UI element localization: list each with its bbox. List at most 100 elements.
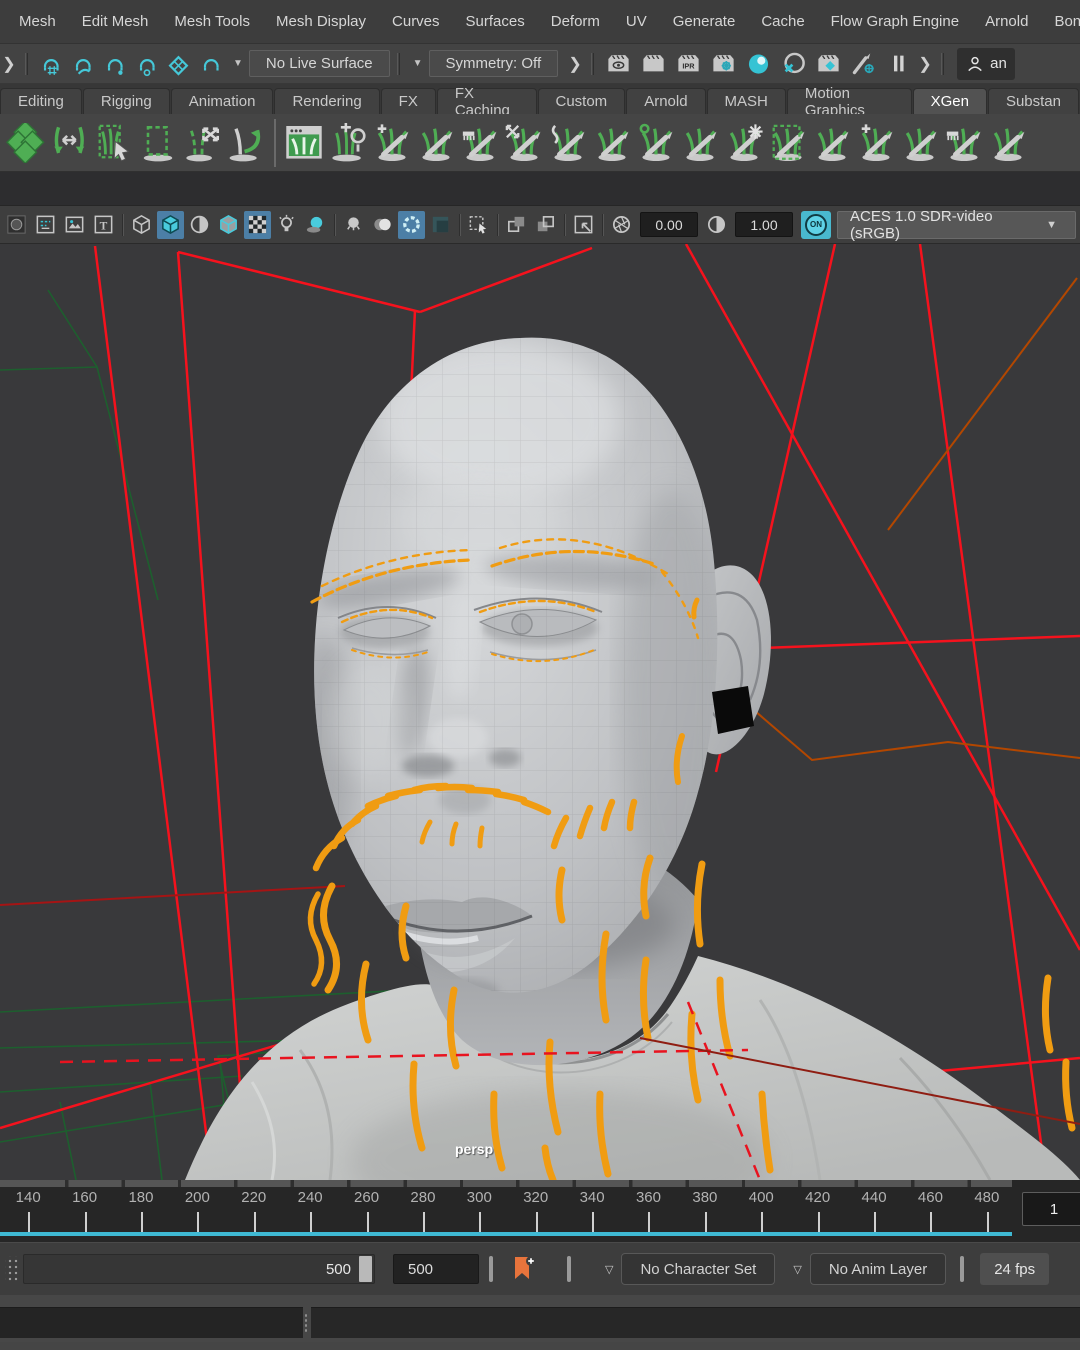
menu-item[interactable]: UV xyxy=(613,13,660,30)
shelf-tool-icon[interactable] xyxy=(986,119,1030,167)
fps-button[interactable]: 24 fps xyxy=(980,1253,1049,1285)
drag-grip[interactable] xyxy=(5,1256,19,1282)
viewport-display-icon[interactable] xyxy=(465,211,492,239)
shelf-tool-icon[interactable] xyxy=(590,119,634,167)
viewport-display-icon[interactable] xyxy=(340,211,367,239)
symmetry-caret-icon[interactable]: ▼ xyxy=(407,58,429,69)
shelf-tool-icon[interactable] xyxy=(722,119,766,167)
shelf-tab[interactable]: MASH xyxy=(707,88,786,114)
end-time-field[interactable]: 500 xyxy=(393,1254,479,1284)
menu-item[interactable]: Edit Mesh xyxy=(69,13,162,30)
viewport-display-icon[interactable] xyxy=(32,211,59,239)
render-icon[interactable] xyxy=(881,49,916,79)
snap-icon[interactable] xyxy=(35,49,67,79)
perspective-viewport[interactable]: persp xyxy=(0,244,1080,1180)
shelf-tool-icon[interactable] xyxy=(92,119,136,167)
shelf-tab[interactable]: Arnold xyxy=(626,88,705,114)
shelf-tab[interactable]: Motion Graphics xyxy=(787,88,912,114)
render-icon[interactable] xyxy=(741,49,776,79)
view-transform-dropdown[interactable]: ACES 1.0 SDR-video (sRGB) ▼ xyxy=(837,211,1076,239)
frame-tick[interactable]: 360 xyxy=(620,1188,676,1236)
character-set-button[interactable]: No Character Set xyxy=(621,1253,775,1285)
divider-handle[interactable] xyxy=(567,1256,571,1282)
viewport-display-icon[interactable] xyxy=(532,211,559,239)
viewport-display-icon[interactable] xyxy=(90,211,117,239)
menu-item[interactable]: Mesh xyxy=(6,13,69,30)
shelf-tab[interactable]: FX Caching xyxy=(437,88,537,114)
shelf-tool-icon[interactable] xyxy=(678,119,722,167)
range-end-handle[interactable] xyxy=(359,1256,372,1282)
gamma-field[interactable]: 1.00 xyxy=(735,212,793,237)
render-icon[interactable] xyxy=(811,49,846,79)
shelf-tool-icon[interactable] xyxy=(48,119,92,167)
exposure-icon[interactable] xyxy=(608,211,635,239)
frame-tick[interactable]: 280 xyxy=(395,1188,451,1236)
current-frame-field[interactable]: 1 xyxy=(1022,1192,1080,1226)
playback-range-highlight[interactable] xyxy=(0,1232,1012,1236)
collapse-arrow-icon[interactable]: ❯ xyxy=(0,52,18,76)
frame-tick[interactable]: 340 xyxy=(564,1188,620,1236)
time-ruler[interactable]: 140 160 180 200 xyxy=(0,1180,1012,1242)
character-set-caret-icon[interactable]: ▽ xyxy=(597,1263,621,1276)
viewport-display-icon[interactable] xyxy=(157,211,184,239)
shelf-tab[interactable]: FX xyxy=(381,88,436,114)
shelf-tool-icon[interactable] xyxy=(898,119,942,167)
gamma-icon[interactable] xyxy=(703,211,730,239)
shelf-tool-icon[interactable] xyxy=(766,119,810,167)
shelf-tool-icon[interactable] xyxy=(370,119,414,167)
snap-icon[interactable] xyxy=(67,49,99,79)
frame-tick[interactable]: 480 xyxy=(959,1188,1012,1236)
shelf-tab[interactable]: Substan xyxy=(988,88,1079,114)
frame-tick[interactable]: 400 xyxy=(733,1188,789,1236)
frame-tick[interactable]: 380 xyxy=(677,1188,733,1236)
section-arrow-icon[interactable]: ❯ xyxy=(916,52,934,76)
viewport-display-icon[interactable] xyxy=(570,211,597,239)
menu-item[interactable]: Generate xyxy=(660,13,749,30)
frame-tick[interactable]: 200 xyxy=(169,1188,225,1236)
render-icon[interactable] xyxy=(601,49,636,79)
shelf-tool-icon[interactable] xyxy=(282,119,326,167)
color-management-toggle[interactable]: ON xyxy=(801,211,831,239)
shelf-tool-icon[interactable] xyxy=(180,119,224,167)
shelf-tool-icon[interactable] xyxy=(634,119,678,167)
snap-icon[interactable] xyxy=(131,49,163,79)
menu-item[interactable]: Flow Graph Engine xyxy=(818,13,972,30)
frame-tick[interactable]: 300 xyxy=(451,1188,507,1236)
command-output-field[interactable] xyxy=(311,1307,1080,1338)
frame-tick[interactable]: 320 xyxy=(508,1188,564,1236)
viewport-display-icon[interactable] xyxy=(369,211,396,239)
viewport-display-icon[interactable] xyxy=(128,211,155,239)
shelf-tool-icon[interactable] xyxy=(4,119,48,167)
menu-item[interactable]: Mesh Tools xyxy=(161,13,263,30)
snap-icon[interactable] xyxy=(195,49,227,79)
divider-handle[interactable] xyxy=(489,1256,493,1282)
shelf-tool-icon[interactable] xyxy=(810,119,854,167)
viewport-display-icon[interactable] xyxy=(302,211,329,239)
shelf-tool-icon[interactable] xyxy=(854,119,898,167)
shelf-tool-icon[interactable] xyxy=(546,119,590,167)
viewport-display-icon[interactable] xyxy=(427,211,454,239)
anim-layer-caret-icon[interactable]: ▽ xyxy=(785,1263,809,1276)
frame-tick[interactable]: 220 xyxy=(226,1188,282,1236)
viewport-display-icon[interactable] xyxy=(244,211,271,239)
menu-item[interactable]: Arnold xyxy=(972,13,1041,30)
frame-tick[interactable]: 160 xyxy=(56,1188,112,1236)
live-surface-field[interactable]: No Live Surface xyxy=(249,50,390,77)
divider-handle[interactable] xyxy=(960,1256,964,1282)
menu-item[interactable]: Bonus To xyxy=(1041,13,1080,30)
snap-icon[interactable] xyxy=(163,49,195,79)
user-account-button[interactable]: an xyxy=(957,48,1015,80)
viewport-display-icon[interactable] xyxy=(503,211,530,239)
viewport-display-icon[interactable] xyxy=(186,211,213,239)
viewport-display-icon[interactable] xyxy=(61,211,88,239)
frame-tick[interactable]: 460 xyxy=(902,1188,958,1236)
menu-item[interactable]: Deform xyxy=(538,13,613,30)
time-slider[interactable]: 140 160 180 200 xyxy=(0,1180,1080,1242)
shelf-tab[interactable]: Rigging xyxy=(83,88,170,114)
shelf-tool-icon[interactable] xyxy=(224,119,276,167)
anim-layer-button[interactable]: No Anim Layer xyxy=(810,1253,946,1285)
render-icon[interactable] xyxy=(776,49,811,79)
shelf-tool-icon[interactable] xyxy=(942,119,986,167)
frame-tick[interactable]: 440 xyxy=(846,1188,902,1236)
shelf-tab[interactable]: Editing xyxy=(0,88,82,114)
